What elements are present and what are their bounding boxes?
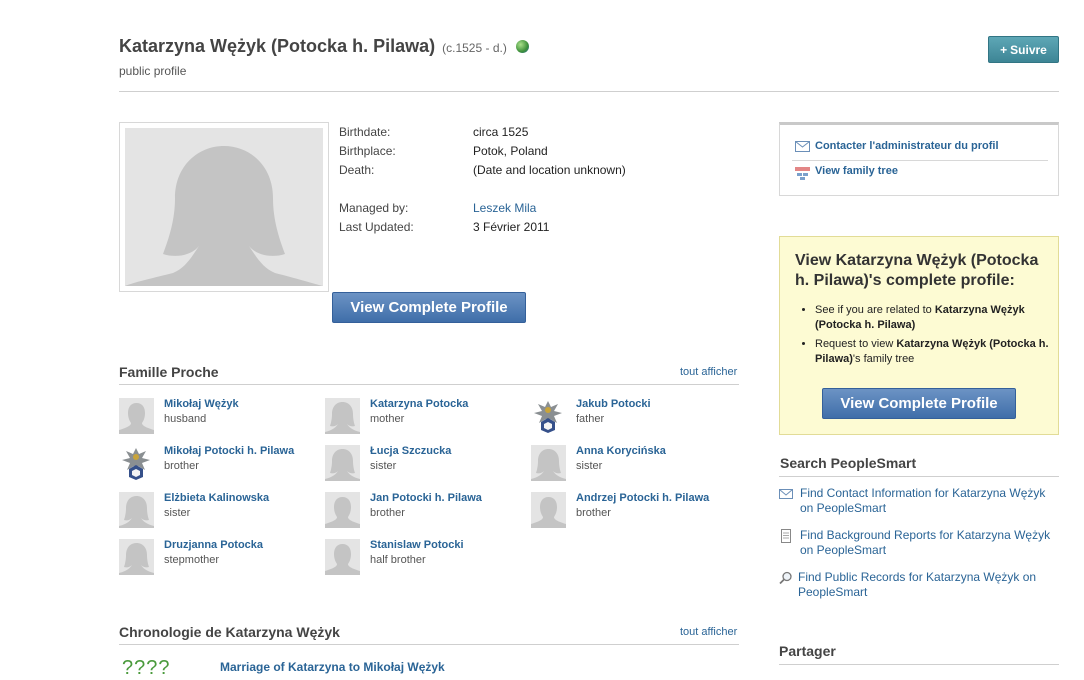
family-member-name[interactable]: Jan Potocki h. Pilawa: [370, 492, 482, 504]
chronology-year: ????: [122, 657, 171, 679]
promo-bullet-text: See if you are related to: [815, 304, 935, 316]
family-member-relation: sister: [370, 460, 397, 472]
family-tree-icon: [795, 167, 810, 180]
profile-title: Katarzyna Wężyk (Potocka h. Pilawa) (c.1…: [119, 36, 529, 57]
family-member-name[interactable]: Mikołaj Potocki h. Pilawa: [164, 445, 294, 457]
managed-by-label: Managed by:: [339, 201, 409, 215]
document-icon: [781, 529, 791, 543]
death-label: Death:: [339, 163, 375, 177]
family-member-relation: husband: [164, 413, 207, 425]
family-member-name[interactable]: Mikołaj Wężyk: [164, 398, 239, 410]
family-member-relation: brother: [370, 507, 405, 519]
search-records-label: Find Public Records for Katarzyna Wężyk …: [798, 570, 1037, 599]
share-section-title: Partager: [779, 643, 836, 659]
search-section-title: Search PeopleSmart: [780, 455, 917, 471]
envelope-icon: [795, 141, 810, 152]
family-member-relation: stepmother: [164, 554, 220, 566]
family-member: Katarzyna Potocka mother: [325, 398, 525, 434]
family-member: Jakub Potocki father: [531, 398, 731, 434]
family-member: Elżbieta Kalinowska sister: [119, 492, 319, 528]
family-member-name[interactable]: Druzjanna Potocka: [164, 539, 263, 551]
family-member: Jan Potocki h. Pilawa brother: [325, 492, 525, 528]
male-silhouette-icon[interactable]: [325, 492, 360, 528]
search-divider: [779, 476, 1059, 477]
profile-dates: (c.1525 - d.): [442, 41, 507, 55]
male-silhouette-icon[interactable]: [325, 539, 360, 575]
share-divider: [779, 664, 1059, 665]
follow-label: Suivre: [1010, 42, 1047, 57]
promo-bullets: See if you are related to Katarzyna Węży…: [795, 303, 1060, 371]
follow-button[interactable]: + Suivre: [988, 36, 1059, 63]
family-member: Łucja Szczucka sister: [325, 445, 525, 481]
chronology-title: Chronologie de Katarzyna Wężyk: [119, 624, 340, 640]
last-updated-value: 3 Février 2011: [473, 220, 550, 234]
birthdate-value: circa 1525: [473, 125, 529, 139]
promo-bullet-text: Request to view: [815, 338, 897, 350]
family-section-title: Famille Proche: [119, 364, 219, 380]
birthplace-value: Potok, Poland: [473, 144, 548, 158]
family-member-name[interactable]: Elżbieta Kalinowska: [164, 492, 269, 504]
family-member-relation: father: [576, 413, 605, 425]
family-member: Andrzej Potocki h. Pilawa brother: [531, 492, 731, 528]
family-member-relation: half brother: [370, 554, 426, 566]
family-member-name[interactable]: Anna Korycińska: [576, 445, 666, 457]
promo-bullet-suffix: 's family tree: [852, 353, 915, 365]
death-value: (Date and location unknown): [473, 163, 626, 177]
promo-bullet: Request to view Katarzyna Wężyk (Potocka…: [815, 337, 1060, 367]
profile-subtitle: public profile: [119, 64, 187, 78]
coat-of-arms-icon[interactable]: [119, 445, 154, 481]
female-silhouette-icon[interactable]: [325, 398, 360, 434]
contact-admin-link[interactable]: Contacter l'administrateur du profil: [815, 140, 999, 152]
family-member: Anna Korycińska sister: [531, 445, 731, 481]
promo-view-complete-profile-button[interactable]: View Complete Profile: [822, 388, 1016, 419]
complete-profile-promo: View Katarzyna Wężyk (Potocka h. Pilawa)…: [779, 236, 1059, 435]
manager-link[interactable]: Leszek Mila: [473, 201, 536, 215]
family-member: Mikołaj Wężyk husband: [119, 398, 319, 434]
birthdate-label: Birthdate:: [339, 125, 391, 139]
birthplace-label: Birthplace:: [339, 144, 396, 158]
family-member-name[interactable]: Andrzej Potocki h. Pilawa: [576, 492, 709, 504]
female-silhouette-icon[interactable]: [119, 539, 154, 575]
chronology-show-all-link[interactable]: tout afficher: [680, 626, 737, 638]
coat-of-arms-icon[interactable]: [531, 398, 566, 434]
family-member-name[interactable]: Katarzyna Potocka: [370, 398, 468, 410]
header-divider: [119, 91, 1059, 92]
magnifier-icon: [779, 571, 792, 585]
search-background-label: Find Background Reports for Katarzyna Wę…: [800, 528, 1051, 557]
globe-icon: [515, 40, 529, 53]
male-silhouette-icon[interactable]: [119, 398, 154, 434]
female-silhouette-icon[interactable]: [119, 492, 154, 528]
promo-title: View Katarzyna Wężyk (Potocka h. Pilawa)…: [795, 252, 1039, 289]
family-member-relation: sister: [576, 460, 603, 472]
family-member: Mikołaj Potocki h. Pilawa brother: [119, 445, 319, 481]
chronology-divider: [119, 644, 739, 645]
family-member-relation: brother: [164, 460, 199, 472]
view-complete-profile-button[interactable]: View Complete Profile: [332, 292, 526, 323]
family-member-name[interactable]: Jakub Potocki: [576, 398, 651, 410]
family-member-name[interactable]: Łucja Szczucka: [370, 445, 451, 457]
last-updated-label: Last Updated:: [339, 220, 414, 234]
plus-icon: +: [1000, 42, 1008, 57]
female-silhouette-icon[interactable]: [531, 445, 566, 481]
profile-photo: [119, 122, 329, 292]
profile-name: Katarzyna Wężyk (Potocka h. Pilawa): [119, 36, 436, 56]
promo-bullet: See if you are related to Katarzyna Węży…: [815, 303, 1060, 333]
family-member-relation: mother: [370, 413, 405, 425]
family-member: Druzjanna Potocka stepmother: [119, 539, 319, 575]
family-member: Stanislaw Potocki half brother: [325, 539, 525, 575]
family-member-name[interactable]: Stanislaw Potocki: [370, 539, 464, 551]
envelope-icon: [779, 489, 793, 499]
profile-actions-box: Contacter l'administrateur du profil Vie…: [779, 122, 1059, 196]
family-member-relation: sister: [164, 507, 191, 519]
female-silhouette-icon[interactable]: [325, 445, 360, 481]
family-show-all-link[interactable]: tout afficher: [680, 366, 737, 378]
female-silhouette-icon: [125, 146, 323, 286]
male-silhouette-icon[interactable]: [531, 492, 566, 528]
family-member-relation: brother: [576, 507, 611, 519]
view-family-tree-link[interactable]: View family tree: [815, 165, 898, 177]
family-divider: [119, 384, 739, 385]
search-contact-label: Find Contact Information for Katarzyna W…: [800, 486, 1046, 515]
admin-box-divider: [792, 160, 1048, 161]
